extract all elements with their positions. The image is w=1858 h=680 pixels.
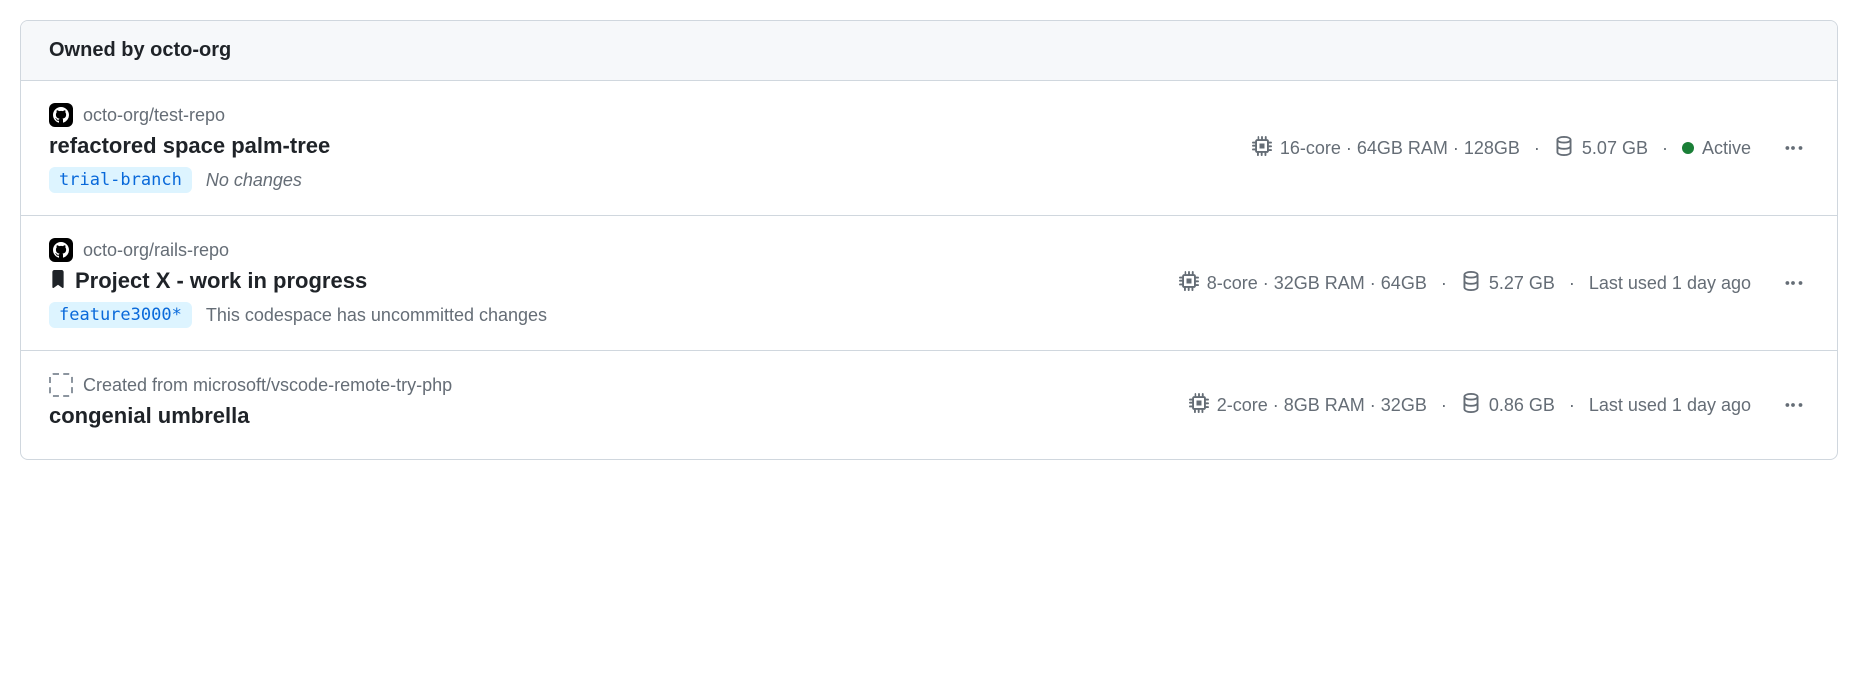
database-icon: [1554, 136, 1574, 161]
cpu-icon: [1179, 271, 1199, 296]
specs-text: 2-core · 8GB RAM · 32GB: [1217, 395, 1427, 416]
branch-line: feature3000* This codespace has uncommitt…: [49, 302, 1155, 328]
repo-label[interactable]: Created from microsoft/vscode-remote-try…: [83, 375, 452, 396]
status-text: Active: [1702, 138, 1751, 159]
separator: ·: [1569, 395, 1575, 416]
actions-menu-button[interactable]: [1777, 267, 1809, 299]
status-dot-icon: [1682, 142, 1694, 154]
codespaces-panel: Owned by octo-org octo-org/test-repo refa…: [20, 20, 1838, 460]
storage-text: 5.27 GB: [1489, 273, 1555, 294]
name-line: congenial umbrella: [49, 403, 1165, 429]
panel-header: Owned by octo-org: [21, 21, 1837, 81]
item-right: 16-core · 64GB RAM · 128GB · 5.07 GB · Activ…: [1252, 132, 1809, 164]
codespace-item: octo-org/rails-repo Project X - work in p…: [21, 216, 1837, 351]
repo-line: octo-org/test-repo: [49, 103, 1228, 127]
repo-label[interactable]: octo-org/test-repo: [83, 105, 225, 126]
status: Active: [1682, 138, 1751, 159]
name-line: refactored space palm-tree: [49, 133, 1228, 159]
actions-menu-button[interactable]: [1777, 389, 1809, 421]
codespace-name[interactable]: congenial umbrella: [49, 403, 250, 429]
item-right: 2-core · 8GB RAM · 32GB · 0.86 GB · Last use…: [1189, 389, 1809, 421]
storage-text: 0.86 GB: [1489, 395, 1555, 416]
status-text: Last used 1 day ago: [1589, 395, 1751, 416]
storage-used: 5.27 GB: [1461, 271, 1555, 296]
storage-used: 0.86 GB: [1461, 393, 1555, 418]
separator: ·: [1534, 138, 1540, 159]
machine-specs[interactable]: 8-core · 32GB RAM · 64GB: [1179, 271, 1427, 296]
name-line: Project X - work in progress: [49, 268, 1155, 294]
cpu-icon: [1252, 136, 1272, 161]
separator: ·: [1662, 138, 1668, 159]
changes-text: No changes: [206, 170, 302, 191]
codespaces-list: octo-org/test-repo refactored space palm-…: [21, 81, 1837, 459]
cpu-icon: [1189, 393, 1209, 418]
status: Last used 1 day ago: [1589, 395, 1751, 416]
specs-text: 8-core · 32GB RAM · 64GB: [1207, 273, 1427, 294]
machine-specs[interactable]: 16-core · 64GB RAM · 128GB: [1252, 136, 1520, 161]
changes-text: This codespace has uncommitted changes: [206, 305, 547, 326]
storage-text: 5.07 GB: [1582, 138, 1648, 159]
repo-label[interactable]: octo-org/rails-repo: [83, 240, 229, 261]
branch-tag[interactable]: feature3000*: [49, 302, 192, 328]
codespace-item: Created from microsoft/vscode-remote-try…: [21, 351, 1837, 459]
status: Last used 1 day ago: [1589, 273, 1751, 294]
separator: ·: [1441, 273, 1447, 294]
template-icon: [49, 373, 73, 397]
codespace-name[interactable]: refactored space palm-tree: [49, 133, 330, 159]
repo-line: Created from microsoft/vscode-remote-try…: [49, 373, 1165, 397]
database-icon: [1461, 393, 1481, 418]
machine-specs[interactable]: 2-core · 8GB RAM · 32GB: [1189, 393, 1427, 418]
actions-menu-button[interactable]: [1777, 132, 1809, 164]
item-left: octo-org/rails-repo Project X - work in p…: [49, 238, 1155, 328]
status-text: Last used 1 day ago: [1589, 273, 1751, 294]
branch-tag[interactable]: trial-branch: [49, 167, 192, 193]
specs-text: 16-core · 64GB RAM · 128GB: [1280, 138, 1520, 159]
item-left: octo-org/test-repo refactored space palm-…: [49, 103, 1228, 193]
github-icon: [49, 103, 73, 127]
storage-used: 5.07 GB: [1554, 136, 1648, 161]
separator: ·: [1569, 273, 1575, 294]
repo-line: octo-org/rails-repo: [49, 238, 1155, 262]
database-icon: [1461, 271, 1481, 296]
branch-line: trial-branch No changes: [49, 167, 1228, 193]
codespace-item: octo-org/test-repo refactored space palm-…: [21, 81, 1837, 216]
item-left: Created from microsoft/vscode-remote-try…: [49, 373, 1165, 437]
github-icon: [49, 238, 73, 262]
separator: ·: [1441, 395, 1447, 416]
bookmark-icon: [49, 270, 67, 293]
codespace-name[interactable]: Project X - work in progress: [75, 268, 367, 294]
item-right: 8-core · 32GB RAM · 64GB · 5.27 GB · Last us…: [1179, 267, 1809, 299]
